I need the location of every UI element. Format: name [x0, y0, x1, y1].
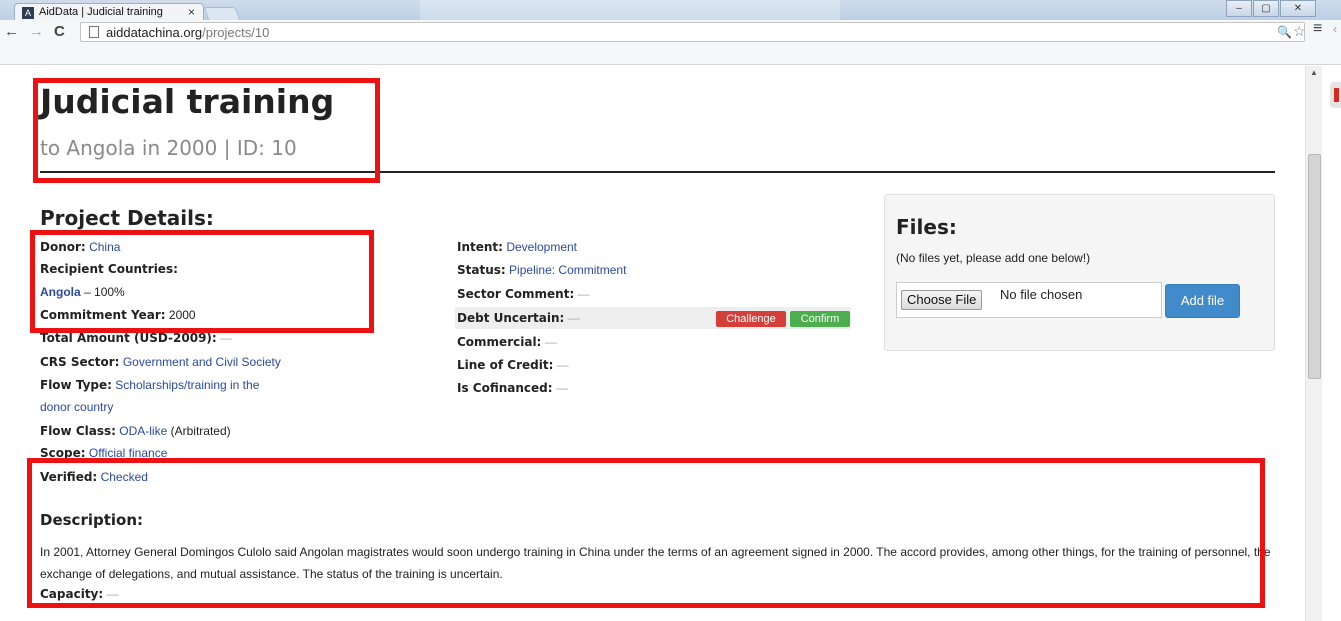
- tab-title: AidData | Judicial training: [39, 6, 163, 18]
- no-file-chosen-text: No file chosen: [1000, 287, 1083, 302]
- add-file-button[interactable]: Add file: [1165, 284, 1240, 318]
- crs-sector-link[interactable]: Government and Civil Society: [123, 355, 281, 369]
- flow-class-note: (Arbitrated): [170, 424, 231, 438]
- files-empty-message: (No files yet, please add one below!): [896, 251, 1091, 265]
- browser-toolbar: ← → C aiddatachina.org/projects/10 🔍 ☆: [0, 20, 1341, 65]
- total-amount-label: Total Amount (USD-2009):: [40, 331, 217, 345]
- confirm-button[interactable]: Confirm: [790, 311, 850, 327]
- challenge-button[interactable]: Challenge: [716, 311, 786, 327]
- total-amount-field: Total Amount (USD-2009): —: [40, 331, 232, 345]
- flow-type-label: Flow Type:: [40, 378, 112, 392]
- annotation-box-title: [33, 78, 380, 183]
- flow-type-field: Flow Type: Scholarships/training in the: [40, 378, 259, 392]
- project-details-heading: Project Details:: [40, 206, 214, 230]
- back-arrow-icon[interactable]: ←: [4, 23, 19, 40]
- intent-link[interactable]: Development: [506, 240, 577, 254]
- commercial-label: Commercial:: [457, 335, 542, 349]
- menu-icon[interactable]: ≡: [1313, 20, 1322, 38]
- browser-tab[interactable]: A AidData | Judicial training ×: [14, 3, 204, 21]
- flow-class-field: Flow Class: ODA-like (Arbitrated): [40, 424, 231, 438]
- maximize-button[interactable]: ▢: [1253, 0, 1279, 17]
- tab-strip: A AidData | Judicial training × – ▢ ✕: [0, 0, 1341, 21]
- intent-field: Intent: Development: [457, 240, 577, 254]
- sector-comment-value: —: [577, 287, 590, 301]
- status-label: Status:: [457, 263, 506, 277]
- choose-file-button[interactable]: Choose File: [901, 290, 983, 310]
- aiddata-favicon-icon: A: [22, 7, 34, 19]
- status-field: Status: Pipeline: Commitment: [457, 263, 626, 277]
- sector-comment-field: Sector Comment: —: [457, 287, 590, 301]
- total-amount-value: —: [220, 331, 233, 345]
- commercial-value: —: [544, 335, 557, 349]
- flow-type-link[interactable]: Scholarships/training in the: [115, 378, 259, 392]
- line-of-credit-label: Line of Credit:: [457, 358, 554, 372]
- url-host: aiddatachina.org: [106, 25, 203, 40]
- intent-label: Intent:: [457, 240, 503, 254]
- status-link[interactable]: Pipeline: Commitment: [509, 263, 626, 277]
- page-icon: [89, 26, 99, 38]
- background-window-title: [420, 0, 840, 20]
- scroll-up-arrow-icon[interactable]: ▲: [1310, 68, 1318, 77]
- crs-sector-field: CRS Sector: Government and Civil Society: [40, 355, 281, 369]
- scroll-thumb[interactable]: [1308, 154, 1321, 379]
- debt-uncertain-field: Debt Uncertain: —: [457, 311, 580, 325]
- flow-type-link-line2[interactable]: donor country: [40, 400, 113, 414]
- minimize-button[interactable]: –: [1226, 0, 1252, 17]
- forward-arrow-icon[interactable]: →: [29, 23, 44, 40]
- side-extension-tab[interactable]: [1330, 82, 1341, 108]
- address-bar[interactable]: aiddatachina.org/projects/10 🔍 ☆: [80, 22, 1306, 42]
- reload-icon[interactable]: C: [54, 23, 65, 40]
- flow-type-field-continued: donor country: [40, 400, 113, 414]
- chevron-left-icon[interactable]: ‹: [1333, 22, 1337, 36]
- files-panel: Files: (No files yet, please add one bel…: [884, 194, 1275, 351]
- url-text: aiddatachina.org/projects/10: [106, 25, 269, 40]
- crs-sector-label: CRS Sector:: [40, 355, 120, 369]
- sector-comment-label: Sector Comment:: [457, 287, 575, 301]
- annotation-box-description: [27, 458, 1265, 608]
- is-cofinanced-value: —: [555, 381, 568, 395]
- file-input[interactable]: Choose File No file chosen: [896, 282, 1162, 318]
- is-cofinanced-field: Is Cofinanced: —: [457, 381, 568, 395]
- new-tab-button[interactable]: [203, 7, 241, 21]
- debt-uncertain-label: Debt Uncertain:: [457, 311, 565, 325]
- tab-close-icon[interactable]: ×: [188, 5, 195, 19]
- flow-class-link[interactable]: ODA-like: [119, 424, 167, 438]
- url-path: /projects/10: [202, 25, 270, 40]
- bookmark-star-icon[interactable]: ☆: [1293, 23, 1306, 40]
- flow-class-label: Flow Class:: [40, 424, 116, 438]
- zoom-icon[interactable]: 🔍: [1277, 25, 1292, 39]
- line-of-credit-field: Line of Credit: —: [457, 358, 569, 372]
- annotation-box-donor: [30, 230, 374, 333]
- is-cofinanced-label: Is Cofinanced:: [457, 381, 553, 395]
- close-window-button[interactable]: ✕: [1280, 0, 1316, 17]
- line-of-credit-value: —: [556, 358, 569, 372]
- commercial-field: Commercial: —: [457, 335, 557, 349]
- debt-uncertain-value: —: [567, 311, 580, 325]
- vertical-scrollbar[interactable]: ▲: [1305, 66, 1322, 621]
- files-heading: Files:: [896, 215, 957, 239]
